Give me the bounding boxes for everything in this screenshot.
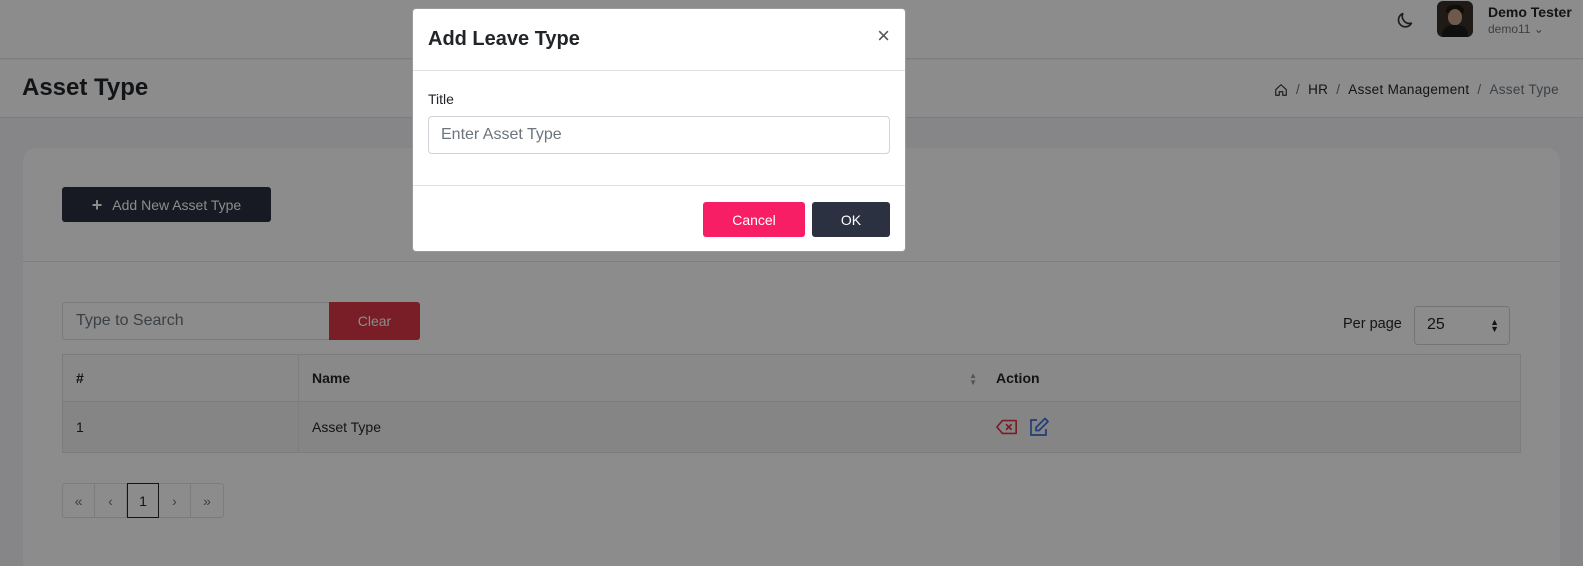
modal-body: Title — [413, 71, 905, 186]
add-leave-type-modal: Add Leave Type × Title Cancel OK — [412, 8, 906, 252]
cancel-button[interactable]: Cancel — [703, 202, 805, 237]
modal-footer: Cancel OK — [413, 186, 905, 252]
modal-header: Add Leave Type × — [413, 9, 905, 71]
modal-title: Add Leave Type — [428, 28, 580, 50]
title-input[interactable] — [428, 116, 890, 154]
ok-button[interactable]: OK — [812, 202, 890, 237]
close-icon[interactable]: × — [877, 25, 890, 47]
title-field-label: Title — [428, 91, 454, 107]
